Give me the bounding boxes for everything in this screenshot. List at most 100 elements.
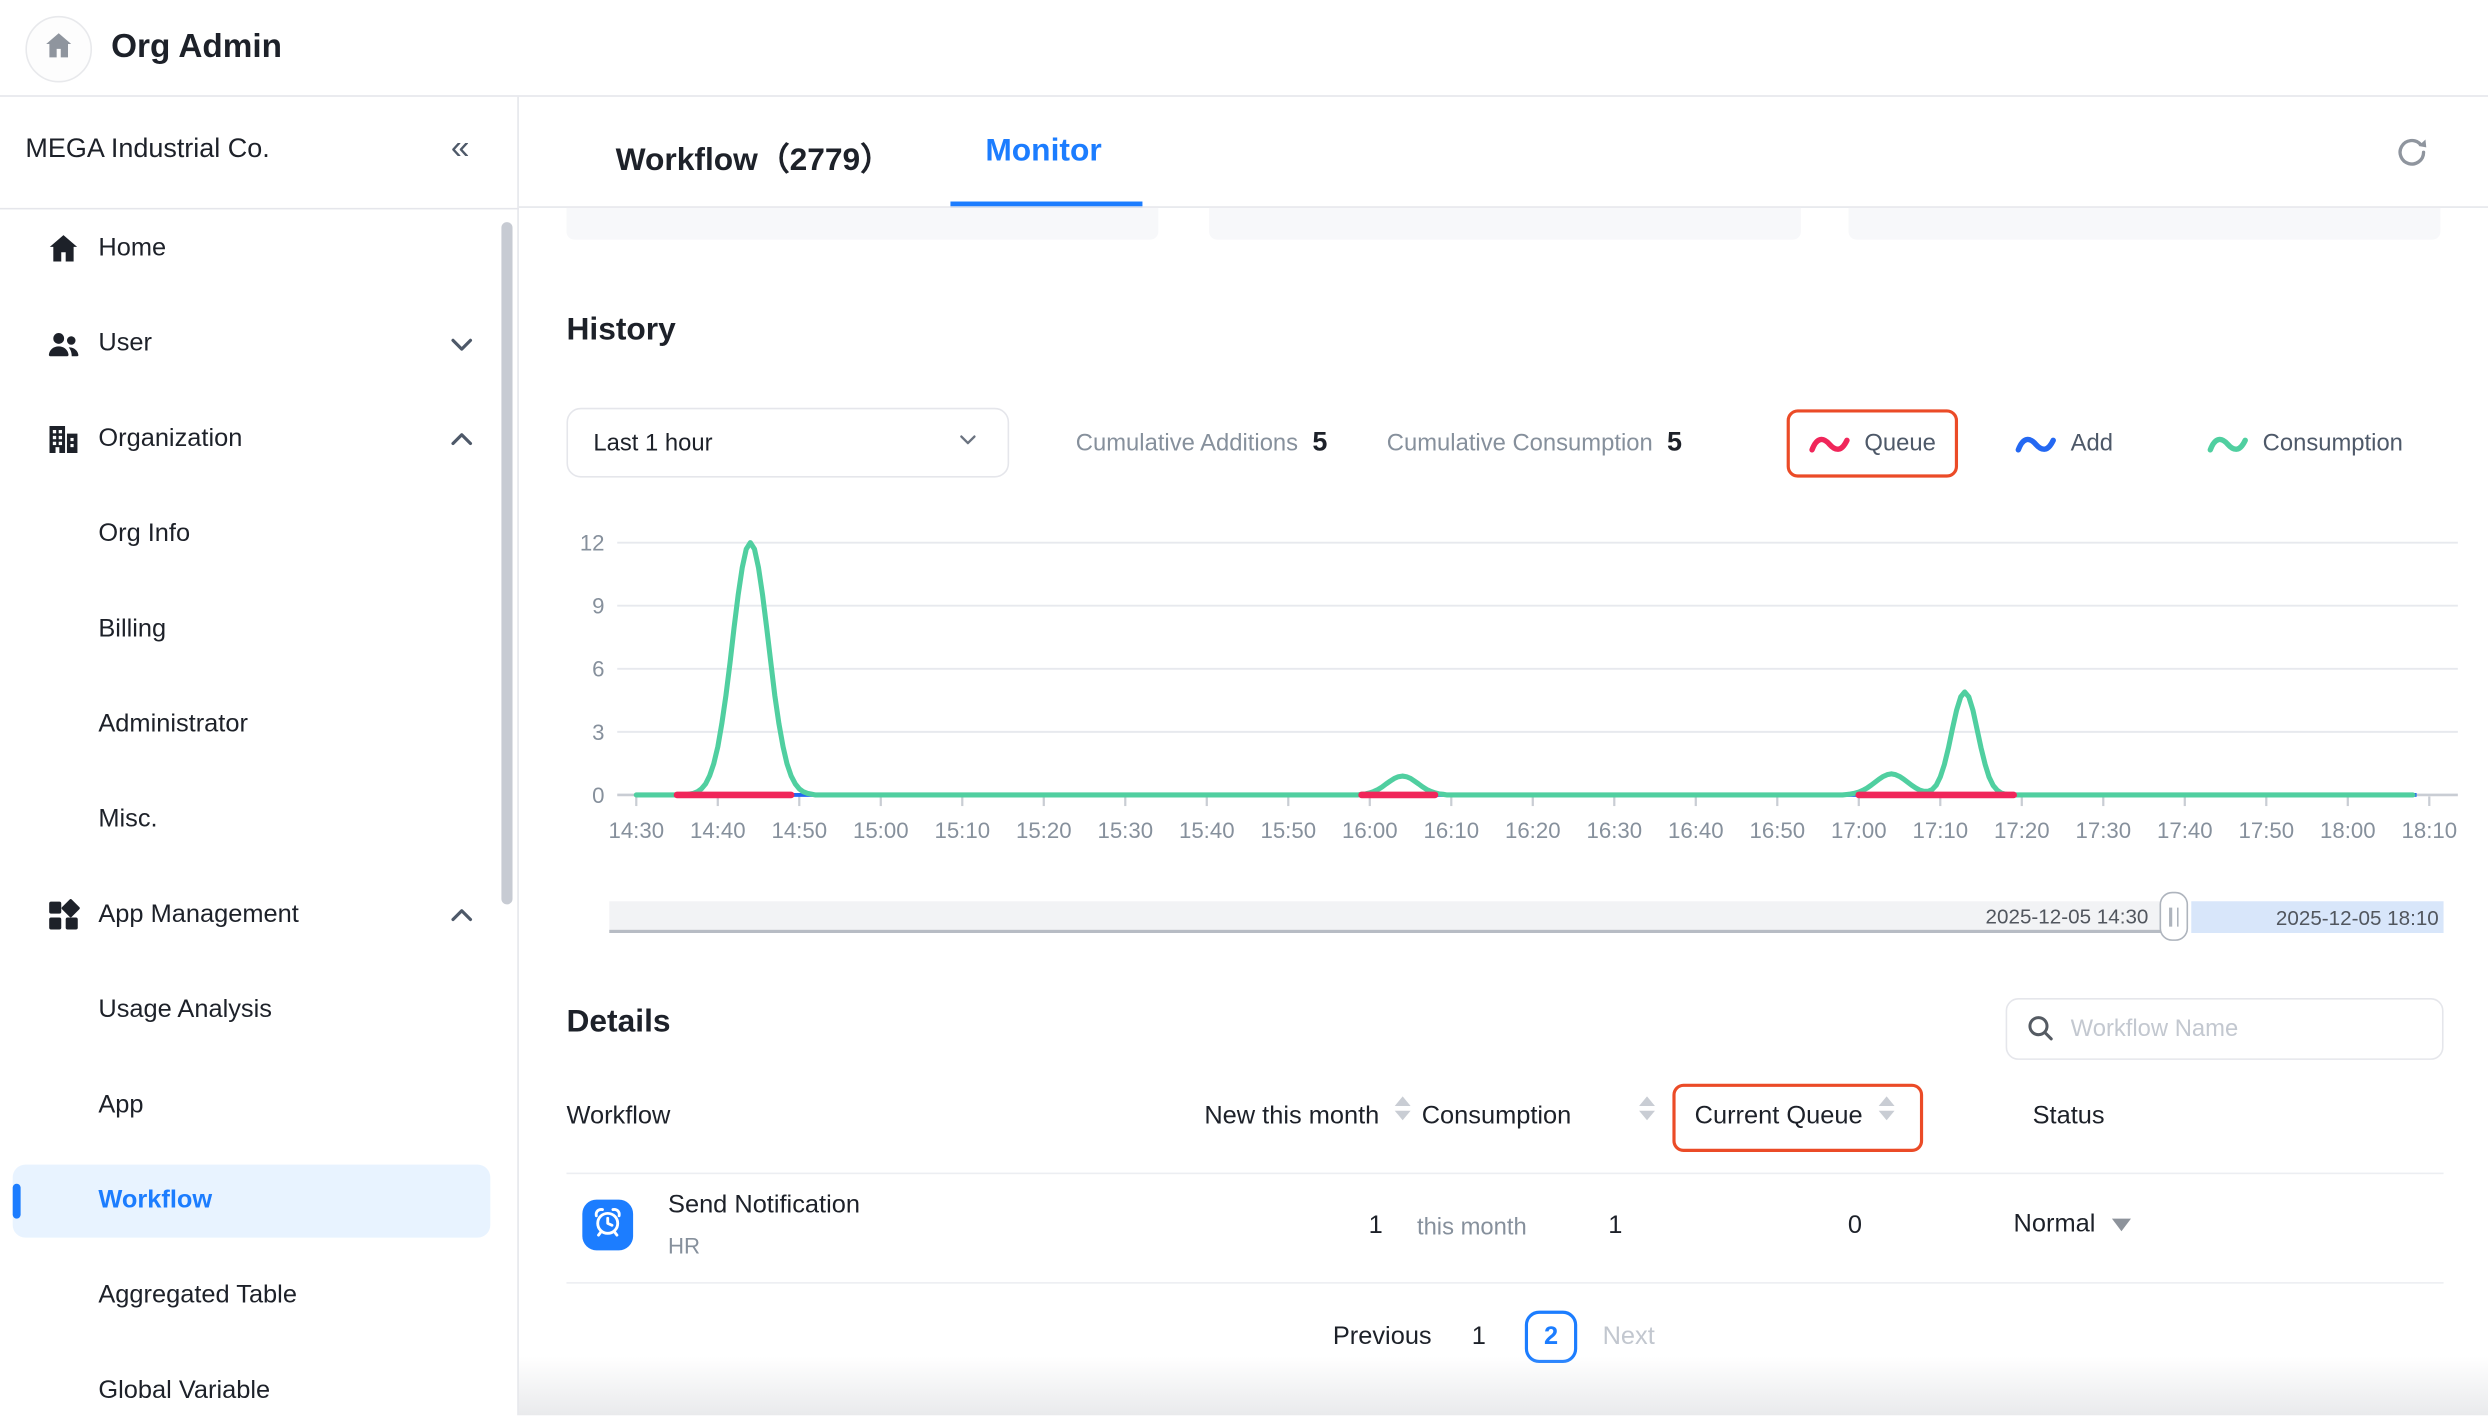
- svg-text:16:40: 16:40: [1668, 818, 1724, 843]
- search-icon: [2026, 1014, 2056, 1044]
- sidebar-item-label: User: [98, 330, 152, 359]
- svg-text:18:10: 18:10: [2402, 818, 2458, 843]
- sidebar-item-usage-analysis[interactable]: Usage Analysis: [0, 963, 519, 1058]
- sidebar-item-label: Organization: [98, 425, 242, 454]
- stat-card-cut-3: [1849, 208, 2441, 240]
- svg-text:16:30: 16:30: [1587, 818, 1643, 843]
- sidebar-scrollbar[interactable]: [501, 222, 512, 904]
- sidebar-item-label: Misc.: [98, 806, 157, 835]
- stat-cumulative-additions: Cumulative Additions 5: [1076, 408, 1328, 478]
- svg-text:6: 6: [592, 657, 604, 682]
- tab-monitor[interactable]: Monitor: [985, 133, 1101, 169]
- cell-consumption: 1: [1608, 1212, 1622, 1241]
- tab-workflow[interactable]: Workflow（2779）: [616, 133, 892, 179]
- sidebar-item-label: Home: [98, 235, 166, 264]
- legend-add[interactable]: Add: [1996, 409, 2132, 477]
- home-avatar[interactable]: [25, 16, 92, 83]
- sidebar-item-workflow[interactable]: Workflow: [0, 1154, 519, 1249]
- sidebar-item-label: Usage Analysis: [98, 996, 272, 1025]
- sidebar-item-label: Aggregated Table: [98, 1282, 297, 1311]
- datazoom-track[interactable]: 2025-12-05 14:30: [609, 901, 2167, 933]
- status-dropdown[interactable]: Normal: [2014, 1211, 2131, 1240]
- stat-card-cut-1: [566, 208, 1158, 240]
- wave-icon: [1809, 431, 1850, 456]
- svg-text:17:40: 17:40: [2157, 818, 2213, 843]
- pagination-page-1[interactable]: 1: [1463, 1319, 1495, 1357]
- legend-queue[interactable]: Queue: [1787, 409, 1958, 477]
- collapse-sidebar-button[interactable]: «: [438, 127, 482, 171]
- sidebar-menu: Home User Organization Org Info Billing Admin…: [0, 202, 519, 1416]
- row-divider-top: [566, 1173, 2443, 1175]
- sidebar-item-misc[interactable]: Misc.: [0, 773, 519, 868]
- workflow-type-icon: [582, 1200, 633, 1251]
- caret-down-icon: [2111, 1219, 2130, 1232]
- chevron-down-icon: [443, 325, 481, 363]
- sidebar-item-app[interactable]: App: [0, 1058, 519, 1153]
- sidebar-item-user[interactable]: User: [0, 297, 519, 392]
- workflow-name[interactable]: Send Notification: [668, 1192, 860, 1221]
- sidebar-item-app-management[interactable]: App Management: [0, 868, 519, 963]
- sidebar-item-administrator[interactable]: Administrator: [0, 678, 519, 773]
- svg-text:16:20: 16:20: [1505, 818, 1561, 843]
- sidebar-item-org-info[interactable]: Org Info: [0, 487, 519, 582]
- sort-consumption[interactable]: [1639, 1096, 1655, 1119]
- svg-text:18:00: 18:00: [2320, 818, 2376, 843]
- stat-cumulative-consumption: Cumulative Consumption 5: [1387, 408, 1682, 478]
- history-heading: History: [566, 313, 675, 349]
- sidebar-item-home[interactable]: Home: [0, 202, 519, 297]
- sort-current-queue[interactable]: [1879, 1096, 1895, 1119]
- pagination-page-2-current[interactable]: 2: [1525, 1311, 1577, 1363]
- sidebar-item-organization[interactable]: Organization: [0, 392, 519, 487]
- search-input[interactable]: [2006, 998, 2444, 1060]
- sidebar-item-billing[interactable]: Billing: [0, 582, 519, 677]
- legend-consumption[interactable]: Consumption: [2188, 409, 2422, 477]
- svg-text:15:10: 15:10: [934, 818, 990, 843]
- active-item-background: [13, 1165, 491, 1238]
- svg-text:15:30: 15:30: [1097, 818, 1153, 843]
- datazoom-handle[interactable]: [2160, 892, 2189, 941]
- sort-new-this-month[interactable]: [1395, 1096, 1411, 1119]
- legend-label: Queue: [1864, 430, 1935, 457]
- sidebar-item-label: Billing: [98, 616, 166, 645]
- svg-text:14:50: 14:50: [771, 818, 827, 843]
- pagination-next[interactable]: Next: [1603, 1319, 1655, 1357]
- home-icon: [41, 28, 76, 71]
- app-title: Org Admin: [111, 29, 282, 67]
- pagination-previous[interactable]: Previous: [1333, 1319, 1432, 1357]
- wave-icon: [2207, 431, 2248, 456]
- legend-label: Add: [2071, 430, 2113, 457]
- status-value: Normal: [2014, 1211, 2096, 1240]
- stat-value: 5: [1312, 427, 1327, 459]
- stat-label: Cumulative Consumption: [1387, 429, 1653, 456]
- home-icon: [44, 230, 82, 268]
- sidebar-item-label: Workflow: [98, 1187, 212, 1216]
- svg-text:15:00: 15:00: [853, 818, 909, 843]
- chart-datazoom: 2025-12-05 14:30 2025-12-05 18:10: [609, 901, 2443, 933]
- svg-text:16:50: 16:50: [1750, 818, 1806, 843]
- org-name: MEGA Industrial Co.: [25, 133, 269, 165]
- sidebar-item-label: Global Variable: [98, 1377, 270, 1406]
- svg-text:16:10: 16:10: [1423, 818, 1479, 843]
- sidebar-item-label: Administrator: [98, 711, 248, 740]
- refresh-icon: [2393, 132, 2431, 178]
- active-item-indicator: [13, 1184, 21, 1219]
- stat-label: Cumulative Additions: [1076, 429, 1298, 456]
- datazoom-selected-range[interactable]: 2025-12-05 18:10: [2191, 901, 2443, 933]
- svg-text:17:00: 17:00: [1831, 818, 1887, 843]
- stat-card-cut-2: [1209, 208, 1801, 240]
- datazoom-start-label: 2025-12-05 14:30: [1986, 904, 2149, 928]
- alarm-clock-icon: [589, 1202, 627, 1248]
- refresh-button[interactable]: [2386, 130, 2437, 181]
- row-divider-bottom: [566, 1282, 2443, 1284]
- stat-value: 5: [1667, 427, 1682, 459]
- details-heading: Details: [566, 1004, 670, 1040]
- svg-text:15:50: 15:50: [1260, 818, 1316, 843]
- svg-text:12: 12: [580, 531, 605, 556]
- sidebar-item-global-variable[interactable]: Global Variable: [0, 1344, 519, 1415]
- svg-text:9: 9: [592, 594, 604, 619]
- svg-text:0: 0: [592, 783, 604, 808]
- time-range-select[interactable]: Last 1 hour: [566, 408, 1009, 478]
- chevron-up-icon: [443, 420, 481, 458]
- time-range-value: Last 1 hour: [593, 429, 953, 456]
- sidebar-item-aggregated-table[interactable]: Aggregated Table: [0, 1249, 519, 1344]
